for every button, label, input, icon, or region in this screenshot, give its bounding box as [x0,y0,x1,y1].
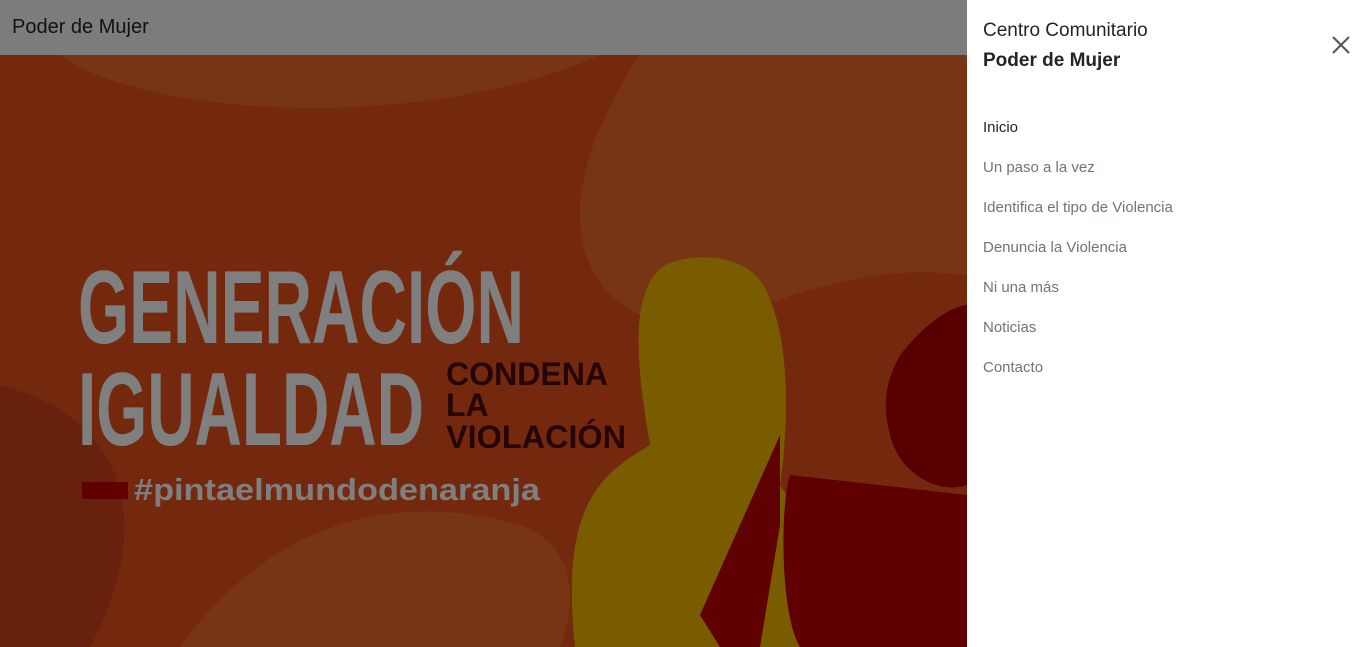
close-button[interactable] [1330,34,1352,56]
offcanvas-menu: Centro Comunitario Poder de Mujer Inicio… [967,0,1366,647]
nav-link-noticias[interactable]: Noticias [983,319,1036,336]
offcanvas-title-line-2: Poder de Mujer [983,50,1121,71]
offcanvas-header: Centro Comunitario Poder de Mujer [967,0,1366,95]
nav-item-ni-una-mas: Ni una más [983,267,1350,307]
nav-item-inicio: Inicio [983,107,1350,147]
nav-item-identifica: Identifica el tipo de Violencia [983,187,1350,227]
nav-link-denuncia[interactable]: Denuncia la Violencia [983,239,1127,256]
nav-item-noticias: Noticias [983,307,1350,347]
offcanvas-title-line-1: Centro Comunitario [983,20,1148,41]
nav-item-denuncia: Denuncia la Violencia [983,227,1350,267]
nav-item-contacto: Contacto [983,347,1350,387]
nav-link-ni-una-mas[interactable]: Ni una más [983,279,1059,296]
nav-link-identifica[interactable]: Identifica el tipo de Violencia [983,199,1173,216]
offcanvas-nav: Inicio Un paso a la vez Identifica el ti… [967,95,1366,387]
nav-link-un-paso[interactable]: Un paso a la vez [983,159,1095,176]
nav-link-inicio[interactable]: Inicio [983,119,1018,136]
nav-item-un-paso: Un paso a la vez [983,147,1350,187]
nav-link-contacto[interactable]: Contacto [983,359,1043,376]
close-icon [1332,36,1350,54]
page: Poder de Mujer GENERACIÓN IGUALDAD CONDE… [0,0,1366,647]
